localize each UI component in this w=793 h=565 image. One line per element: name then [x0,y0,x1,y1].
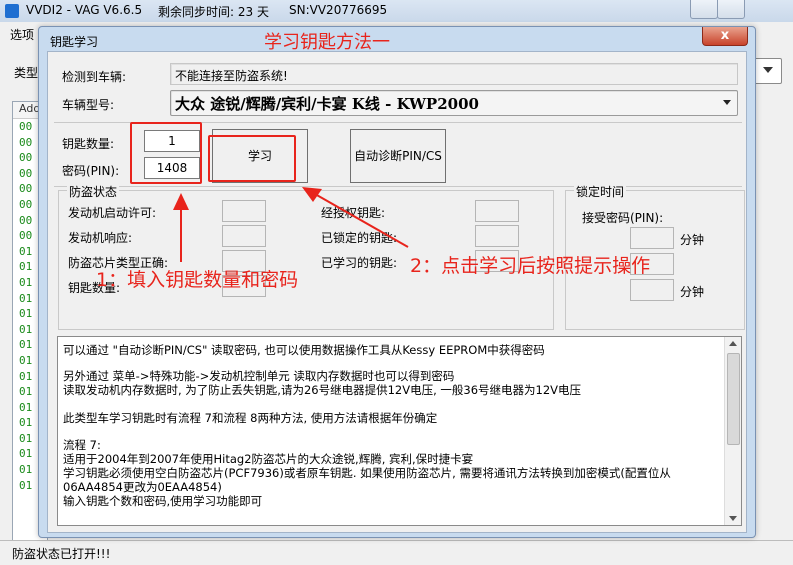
arrow-icon-step-1 [173,193,189,262]
annotation-arrows [173,187,409,262]
arrow-icon-step-2 [302,187,409,248]
